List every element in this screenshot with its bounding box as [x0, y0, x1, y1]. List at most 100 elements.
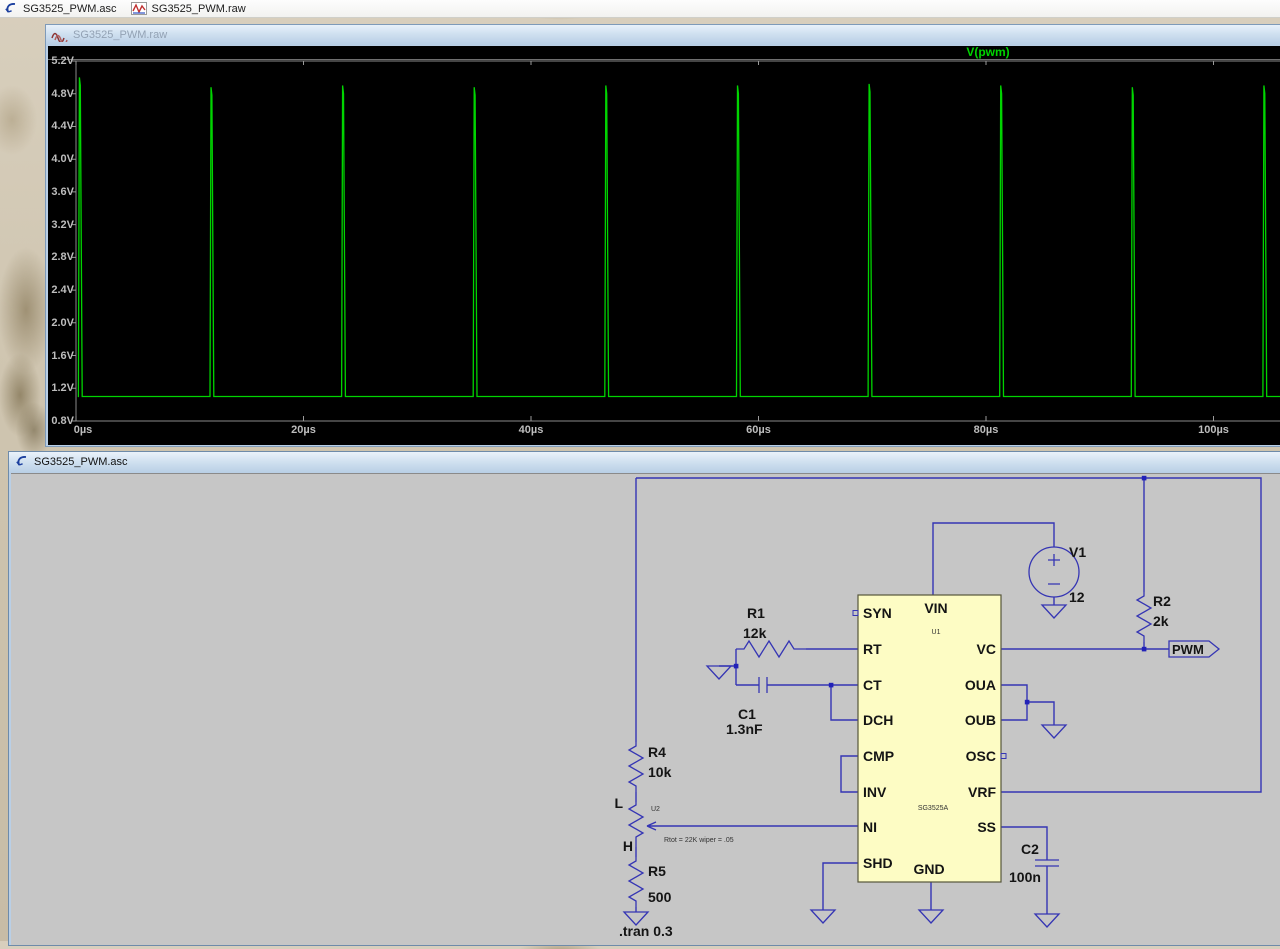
- v1-ref: V1: [1069, 544, 1086, 560]
- net-flag-pwm[interactable]: PWM: [1168, 640, 1221, 658]
- ground-shd[interactable]: [810, 909, 836, 924]
- c1-value: 1.3nF: [726, 721, 763, 737]
- pin-label: RT: [863, 641, 882, 657]
- capacitor-c2[interactable]: C2 100n: [1009, 841, 1059, 885]
- directive-text[interactable]: .tran 0.3: [619, 923, 673, 939]
- junction-dot: [1141, 475, 1147, 481]
- pin-label: NI: [863, 819, 877, 835]
- r2-value: 2k: [1153, 613, 1169, 629]
- x-tick-label: 20µs: [291, 424, 316, 436]
- junction-dot: [1024, 699, 1030, 705]
- pin-label-gnd: GND: [913, 861, 944, 877]
- schematic-window-title: SG3525_PWM.asc: [34, 456, 128, 468]
- legend-strip: V(pwm): [48, 45, 1280, 60]
- schematic-window-icon: [16, 456, 27, 466]
- y-tick-label: 3.6V: [51, 185, 74, 198]
- v1-value: 12: [1069, 589, 1085, 605]
- pin-label: CMP: [863, 748, 894, 764]
- tab-schematic-label: SG3525_PWM.asc: [23, 2, 117, 15]
- pin-label: CT: [863, 677, 882, 693]
- x-tick-label: 0µs: [73, 424, 93, 436]
- schematic-svg: SYN RT CT DCH CMP INV NI SHD VC OUA OUB …: [614, 475, 1262, 939]
- pin-label: INV: [863, 784, 887, 800]
- document-tab-bar: SG3525_PWM.asc SG3525_PWM.raw: [0, 0, 1280, 18]
- pin-label-vin: VIN: [924, 600, 947, 616]
- pin-label: VRF: [968, 784, 996, 800]
- ground-v1[interactable]: [1041, 604, 1067, 619]
- x-tick-label: 60µs: [746, 424, 771, 436]
- capacitor-c1[interactable]: C1 1.3nF: [726, 677, 768, 737]
- pin-label: DCH: [863, 712, 893, 728]
- y-tick-label: 5.2V: [51, 55, 74, 67]
- voltage-source-v1[interactable]: V1 12: [1028, 544, 1086, 605]
- tab-waveform[interactable]: SG3525_PWM.raw: [127, 0, 256, 17]
- c1-ref: C1: [738, 706, 756, 722]
- y-tick-label: 2.8V: [51, 251, 74, 264]
- c2-value: 100n: [1009, 869, 1041, 885]
- junction-dot: [1141, 646, 1147, 652]
- waveform-pane[interactable]: V(pwm) 5.2V 4.8V 4.4V 4.0V 3.6V 3.2V 2.8V 2.4V 2…: [48, 45, 1280, 445]
- legend-series[interactable]: V(pwm): [918, 45, 1058, 59]
- y-tick-label: 2.0V: [51, 316, 74, 329]
- potentiometer-u2[interactable]: L H U2 Rtot = 22K wiper = .05: [614, 795, 733, 854]
- y-tick-label: 3.2V: [51, 218, 74, 231]
- u2-note: Rtot = 22K wiper = .05: [664, 837, 734, 844]
- y-tick-label: 4.4V: [51, 120, 74, 133]
- waveform-trace-svg: [72, 60, 1280, 422]
- u2-top-label: L: [614, 795, 623, 811]
- trace-v-pwm[interactable]: [77, 77, 1280, 398]
- waveform-window-icon: [51, 32, 68, 42]
- resistor-r5[interactable]: R5 500: [627, 857, 672, 907]
- r5-ref: R5: [648, 863, 666, 879]
- wire-dch[interactable]: [830, 685, 858, 721]
- resistor-r4[interactable]: R4 10k: [627, 742, 672, 792]
- ic-sg3525a[interactable]: SYN RT CT DCH CMP INV NI SHD VC OUA OUB …: [852, 594, 1007, 883]
- wire-oua-oub[interactable]: [1001, 684, 1028, 721]
- tab-schematic[interactable]: SG3525_PWM.asc: [0, 0, 127, 17]
- pin-label: OUA: [965, 677, 996, 693]
- ic-part-number: SG3525A: [918, 805, 949, 812]
- pin-label: SS: [977, 819, 996, 835]
- ground-c2[interactable]: [1034, 913, 1060, 928]
- r5-value: 500: [648, 889, 672, 905]
- resistor-r1[interactable]: R1 12k: [736, 605, 806, 659]
- schematic-canvas[interactable]: SYN RT CT DCH CMP INV NI SHD VC OUA OUB …: [11, 473, 1280, 945]
- plot-area[interactable]: 5.2V 4.8V 4.4V 4.0V 3.6V 3.2V 2.8V 2.4V 2.0V 1.6V…: [48, 55, 1280, 445]
- waveform-window: SG3525_PWM.raw V(pwm) 5.2V 4.8V 4.4V 4.0V 3.…: [45, 24, 1280, 447]
- schematic-window: SG3525_PWM.asc SYN RT CT DCH CMP INV NI …: [8, 451, 1280, 946]
- unconnected-pin-osc: [1000, 753, 1007, 759]
- wire-shd-gnd[interactable]: [822, 862, 858, 910]
- wire-cmp-inv[interactable]: [840, 755, 858, 793]
- junction-dot: [733, 663, 739, 669]
- tab-waveform-label: SG3525_PWM.raw: [151, 2, 246, 15]
- y-tick-label: 4.0V: [51, 153, 74, 166]
- x-tick-label: 100µs: [1198, 424, 1229, 436]
- ground-outputs[interactable]: [1041, 724, 1067, 739]
- wire-r1-c1-left[interactable]: [719, 649, 759, 686]
- pin-label: VC: [977, 641, 996, 657]
- net-flag-pwm-label: PWM: [1172, 642, 1204, 657]
- y-tick-label: 2.4V: [51, 284, 74, 297]
- waveform-titlebar[interactable]: SG3525_PWM.raw: [46, 25, 1280, 45]
- wire-wiper-ni[interactable]: [646, 821, 858, 831]
- waveform-window-title: SG3525_PWM.raw: [73, 29, 168, 41]
- waveform-icon: [130, 2, 147, 15]
- ground-rc[interactable]: [706, 665, 732, 680]
- junction-dot: [828, 682, 834, 688]
- wire-out-gnd[interactable]: [1027, 701, 1055, 725]
- r1-value: 12k: [743, 625, 767, 641]
- wire-vin[interactable]: [932, 522, 1055, 595]
- pin-label: SYN: [863, 605, 892, 621]
- axis-ticks: [72, 60, 1214, 422]
- r4-value: 10k: [648, 764, 672, 780]
- resistor-r2[interactable]: R2 2k: [1135, 592, 1171, 642]
- c2-ref: C2: [1021, 841, 1039, 857]
- pin-label: SHD: [863, 855, 893, 871]
- x-tick-label: 80µs: [973, 424, 999, 436]
- schematic-titlebar[interactable]: SG3525_PWM.asc: [9, 452, 1280, 472]
- axis-border: [75, 60, 1280, 422]
- r2-ref: R2: [1153, 593, 1171, 609]
- u2-bottom-label: H: [623, 838, 633, 854]
- ground-ic[interactable]: [918, 909, 944, 924]
- r1-ref: R1: [747, 605, 765, 621]
